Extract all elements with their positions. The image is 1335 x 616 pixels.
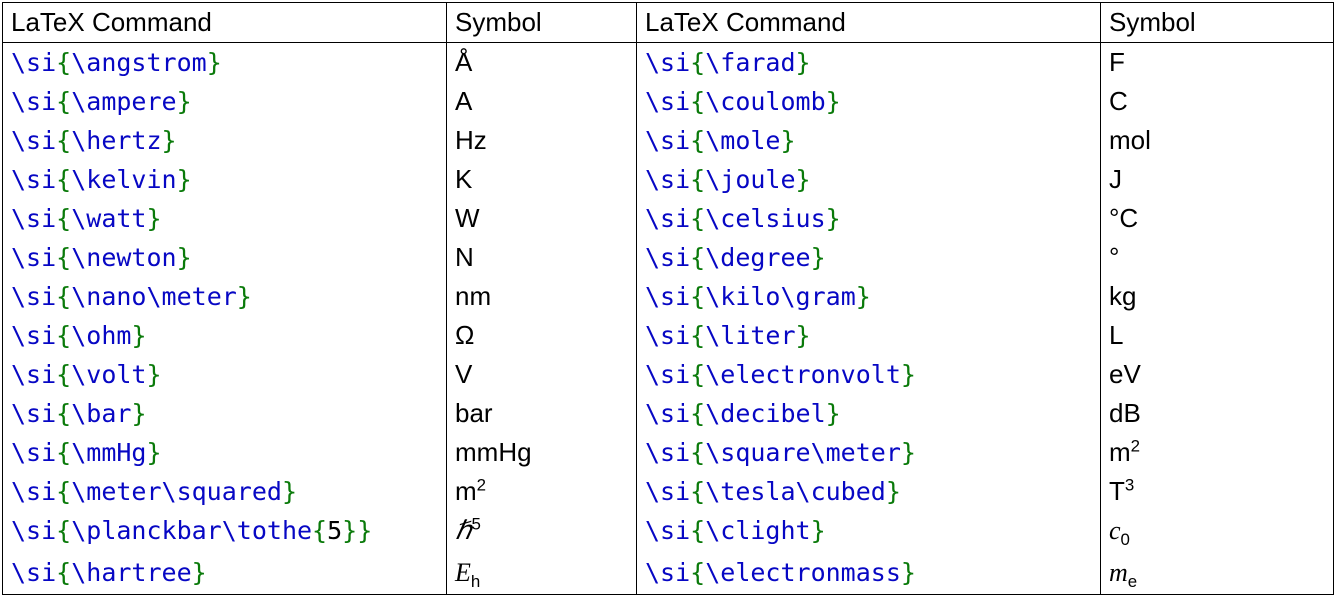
symbol-cell: mmHg xyxy=(447,433,637,472)
symbol-cell: dB xyxy=(1101,394,1334,433)
symbol-cell: bar xyxy=(447,394,637,433)
symbol-cell: T3 xyxy=(1101,472,1334,511)
symbol-cell: V xyxy=(447,355,637,394)
latex-command-cell: \si{\degree} xyxy=(637,238,1101,277)
latex-command-cell: \si{\kilo\gram} xyxy=(637,277,1101,316)
latex-command-cell: \si{\nano\meter} xyxy=(3,277,447,316)
table-row: \si{\nano\meter}nm\si{\kilo\gram}kg xyxy=(3,277,1334,316)
col-header-symbol-right: Symbol xyxy=(1101,3,1334,43)
latex-command-cell: \si{\ampere} xyxy=(3,82,447,121)
symbol-cell: m2 xyxy=(1101,433,1334,472)
symbol-cell: Ω xyxy=(447,316,637,355)
latex-command-cell: \si{\planckbar\tothe{5}} xyxy=(3,511,447,553)
latex-command-cell: \si{\kelvin} xyxy=(3,160,447,199)
latex-command-cell: \si{\ohm} xyxy=(3,316,447,355)
latex-command-cell: \si{\electronvolt} xyxy=(637,355,1101,394)
latex-command-cell: \si{\hertz} xyxy=(3,121,447,160)
table-row: \si{\watt}W\si{\celsius}°C xyxy=(3,199,1334,238)
latex-command-cell: \si{\electronmass} xyxy=(637,553,1101,595)
table-row: \si{\angstrom}Å\si{\farad}F xyxy=(3,43,1334,83)
latex-command-cell: \si{\tesla\cubed} xyxy=(637,472,1101,511)
symbol-cell: Å xyxy=(447,43,637,83)
table-row: \si{\ampere}A\si{\coulomb}C xyxy=(3,82,1334,121)
latex-command-cell: \si{\angstrom} xyxy=(3,43,447,83)
table-row: \si{\planckbar\tothe{5}}ℏ5\si{\clight}c0 xyxy=(3,511,1334,553)
symbol-cell: ℏ5 xyxy=(447,511,637,553)
latex-command-cell: \si{\watt} xyxy=(3,199,447,238)
latex-command-cell: \si{\bar} xyxy=(3,394,447,433)
symbol-cell: °C xyxy=(1101,199,1334,238)
table-row: \si{\hartree}Eh\si{\electronmass}me xyxy=(3,553,1334,595)
col-header-latex-right: LaTeX Command xyxy=(637,3,1101,43)
table-row: \si{\hertz}Hz\si{\mole}mol xyxy=(3,121,1334,160)
symbol-cell: N xyxy=(447,238,637,277)
symbol-cell: Hz xyxy=(447,121,637,160)
latex-command-cell: \si{\joule} xyxy=(637,160,1101,199)
symbol-cell: C xyxy=(1101,82,1334,121)
symbol-cell: c0 xyxy=(1101,511,1334,553)
symbol-cell: A xyxy=(447,82,637,121)
latex-command-cell: \si{\liter} xyxy=(637,316,1101,355)
symbol-cell: K xyxy=(447,160,637,199)
table-body: \si{\angstrom}Å\si{\farad}F\si{\ampere}A… xyxy=(3,43,1334,595)
latex-command-cell: \si{\farad} xyxy=(637,43,1101,83)
symbol-cell: m2 xyxy=(447,472,637,511)
symbol-cell: W xyxy=(447,199,637,238)
symbol-cell: Eh xyxy=(447,553,637,595)
latex-command-cell: \si{\mole} xyxy=(637,121,1101,160)
latex-command-cell: \si{\hartree} xyxy=(3,553,447,595)
latex-command-cell: \si{\clight} xyxy=(637,511,1101,553)
symbol-cell: J xyxy=(1101,160,1334,199)
symbol-cell: mol xyxy=(1101,121,1334,160)
latex-command-cell: \si{\square\meter} xyxy=(637,433,1101,472)
table-row: \si{\meter\squared}m2\si{\tesla\cubed}T3 xyxy=(3,472,1334,511)
table-row: \si{\newton}N\si{\degree}° xyxy=(3,238,1334,277)
col-header-latex-left: LaTeX Command xyxy=(3,3,447,43)
symbol-cell: me xyxy=(1101,553,1334,595)
table-row: \si{\volt}V\si{\electronvolt}eV xyxy=(3,355,1334,394)
latex-command-cell: \si{\volt} xyxy=(3,355,447,394)
table-row: \si{\kelvin}K\si{\joule}J xyxy=(3,160,1334,199)
table-row: \si{\ohm}Ω\si{\liter}L xyxy=(3,316,1334,355)
latex-command-cell: \si{\celsius} xyxy=(637,199,1101,238)
table-row: \si{\mmHg}mmHg\si{\square\meter}m2 xyxy=(3,433,1334,472)
symbol-cell: eV xyxy=(1101,355,1334,394)
table-header-row: LaTeX Command Symbol LaTeX Command Symbo… xyxy=(3,3,1334,43)
latex-command-cell: \si{\meter\squared} xyxy=(3,472,447,511)
latex-command-cell: \si{\coulomb} xyxy=(637,82,1101,121)
symbol-cell: nm xyxy=(447,277,637,316)
latex-command-cell: \si{\decibel} xyxy=(637,394,1101,433)
siunitx-reference-table: LaTeX Command Symbol LaTeX Command Symbo… xyxy=(2,2,1334,595)
symbol-cell: kg xyxy=(1101,277,1334,316)
symbol-cell: ° xyxy=(1101,238,1334,277)
symbol-cell: L xyxy=(1101,316,1334,355)
col-header-symbol-left: Symbol xyxy=(447,3,637,43)
symbol-cell: F xyxy=(1101,43,1334,83)
latex-command-cell: \si{\newton} xyxy=(3,238,447,277)
table-row: \si{\bar}bar\si{\decibel}dB xyxy=(3,394,1334,433)
latex-command-cell: \si{\mmHg} xyxy=(3,433,447,472)
